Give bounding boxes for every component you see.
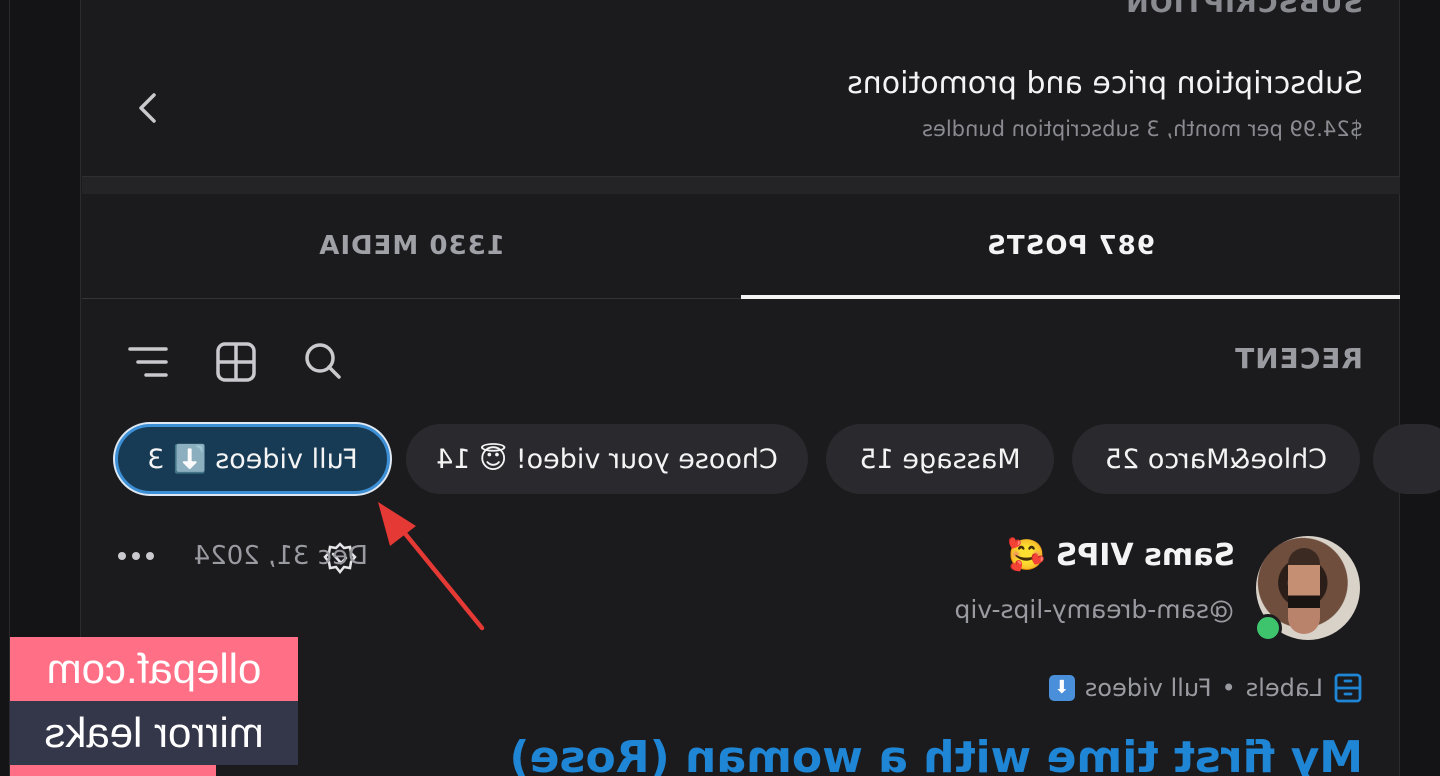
chip-label: Full videos ⬇️ 3	[147, 444, 358, 475]
subscription-section-label: SUBSCRIPTION	[1125, 0, 1363, 19]
tab-media-label: 1330 MEDIA	[318, 231, 505, 261]
active-tab-indicator	[741, 295, 1400, 299]
more-horizontal-icon[interactable]	[116, 544, 156, 568]
chip-label: Choose your video! 😇 14	[436, 443, 778, 475]
chip-full-videos[interactable]: Full videos ⬇️ 3	[115, 424, 390, 494]
tab-posts-label: 987 POSTS	[986, 231, 1155, 261]
labels-separator: •	[1221, 674, 1236, 702]
search-icon[interactable]	[300, 340, 344, 384]
chip-chloe-marco[interactable]: Chloe&Marco 25	[1072, 424, 1360, 494]
chip-label: Chloe&Marco 25	[1104, 443, 1328, 475]
tab-media[interactable]: 1330 MEDIA	[82, 194, 741, 298]
post-date: Dec 31, 2024	[193, 541, 368, 571]
sort-label[interactable]: RECENT	[1234, 342, 1363, 375]
chip-massage[interactable]: Massage 15	[826, 424, 1054, 494]
mirrored-screenshot: SUBSCRIPTION Subscription price and prom…	[0, 0, 1440, 776]
grid-icon[interactable]	[214, 340, 258, 384]
watermark-line-1: ollepaf.com	[10, 637, 298, 701]
watermark-line-2: mirror leaks	[10, 701, 298, 765]
label-cabinet-icon	[1334, 673, 1362, 703]
subscription-description: $24.99 per month, 3 subscription bundles	[922, 117, 1363, 141]
post-labels-row: Labels • Full videos ⬇	[1048, 670, 1363, 706]
avatar-photo	[1288, 548, 1320, 634]
chip-label: Massage 15	[859, 443, 1021, 475]
online-status-indicator	[1254, 614, 1282, 642]
label-chip-bar: Chloe&Marco 25 Massage 15 Choose your vi…	[0, 424, 1440, 494]
watermark-line-3-partial	[10, 765, 216, 776]
labels-prefix: Labels	[1245, 674, 1323, 702]
label-value[interactable]: Full videos	[1085, 674, 1212, 702]
post-author-handle[interactable]: @sam-dreamy-lips-vip	[955, 595, 1235, 624]
section-divider	[82, 176, 1400, 194]
tab-posts[interactable]: 987 POSTS	[741, 194, 1400, 299]
down-arrow-emoji-icon: ⬇	[1048, 675, 1075, 701]
chevron-right-icon[interactable]	[130, 90, 166, 126]
chip-partial[interactable]	[1373, 424, 1440, 494]
subscription-title[interactable]: Subscription price and promotions	[847, 66, 1363, 101]
post-author-name[interactable]: Sams VIPS 🥰	[1008, 538, 1235, 573]
post-title[interactable]: My first time with a woman (Rose)	[509, 732, 1363, 776]
filter-list-icon[interactable]	[126, 340, 170, 384]
chip-choose-your-video[interactable]: Choose your video! 😇 14	[406, 424, 808, 494]
profile-tabs: 987 POSTS 1330 MEDIA	[82, 194, 1400, 299]
